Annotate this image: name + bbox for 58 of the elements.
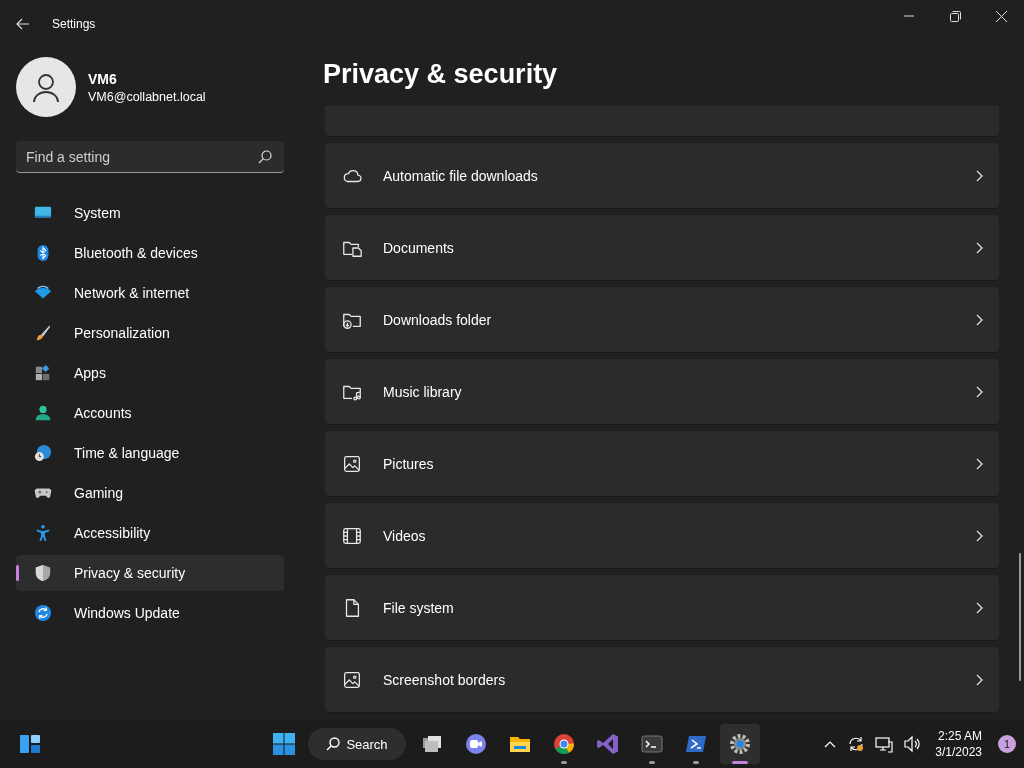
widgets-icon <box>18 732 42 756</box>
nav-item[interactable]: Network & internet <box>16 275 284 311</box>
close-icon <box>995 10 1007 22</box>
windows-logo-icon <box>273 733 295 755</box>
nav-item[interactable]: System <box>16 195 284 231</box>
nav-item[interactable]: Gaming <box>16 475 284 511</box>
restore-icon <box>949 10 961 22</box>
taskbar-app[interactable] <box>720 724 760 764</box>
clock[interactable]: 2:25 AM 3/1/2023 <box>929 728 988 760</box>
chevron-icon <box>975 529 983 542</box>
settings-card[interactable]: Music library <box>325 359 999 425</box>
settings-card[interactable]: Screenshot borders <box>325 647 999 713</box>
accessibility-icon <box>34 524 52 542</box>
brush-icon <box>34 324 52 342</box>
nav-item[interactable]: Bluetooth & devices <box>16 235 284 271</box>
nav-item[interactable]: Accounts <box>16 395 284 431</box>
chevron-icon <box>975 673 983 686</box>
nav-item[interactable]: Privacy & security <box>16 555 284 591</box>
gear-icon <box>728 732 752 756</box>
chevron-icon <box>975 457 983 470</box>
notification-badge[interactable]: 1 <box>998 735 1016 753</box>
terminal-icon <box>640 732 664 756</box>
settings-card[interactable]: Documents <box>325 215 999 281</box>
update-icon <box>34 604 52 622</box>
nav-item[interactable]: Time & language <box>16 435 284 471</box>
account-name: VM6 <box>88 70 118 87</box>
scrollbar[interactable] <box>1019 553 1021 681</box>
globe-clock-icon <box>34 444 52 462</box>
settings-card[interactable]: Videos <box>325 503 999 569</box>
search-field[interactable]: Find a setting <box>16 141 284 173</box>
search-icon <box>326 737 341 751</box>
settings-card[interactable]: Automatic file downloads <box>325 143 999 209</box>
chevron-icon <box>975 601 983 614</box>
settings-card[interactable]: File system <box>325 575 999 641</box>
chevron-icon <box>975 169 983 182</box>
nav-item[interactable]: Accessibility <box>16 515 284 551</box>
person-icon <box>34 404 52 422</box>
video-chat-icon <box>464 732 488 756</box>
settings-card[interactable]: Downloads folder <box>325 287 999 353</box>
chevron-icon <box>975 385 983 398</box>
infinity-ribbon-icon <box>596 732 620 756</box>
browser-icon <box>552 732 576 756</box>
apps-icon <box>34 364 52 382</box>
shield-icon <box>34 564 52 582</box>
network-icon[interactable] <box>873 735 896 753</box>
search-button[interactable]: Search <box>308 728 406 760</box>
settings-card[interactable]: Pictures <box>325 431 999 497</box>
avatar <box>16 57 76 117</box>
account-email: VM6@collabnet.local <box>88 89 206 104</box>
nav-item[interactable]: Personalization <box>16 315 284 351</box>
window-title: Settings <box>52 17 96 31</box>
page-title: Privacy & security <box>322 58 559 91</box>
chevron-icon <box>975 241 983 254</box>
chevron-icon <box>975 313 983 326</box>
back-arrow-icon <box>16 17 30 31</box>
nav-item[interactable]: Apps <box>16 355 284 391</box>
nav-item[interactable]: Windows Update <box>16 595 284 631</box>
search-icon <box>258 150 272 164</box>
